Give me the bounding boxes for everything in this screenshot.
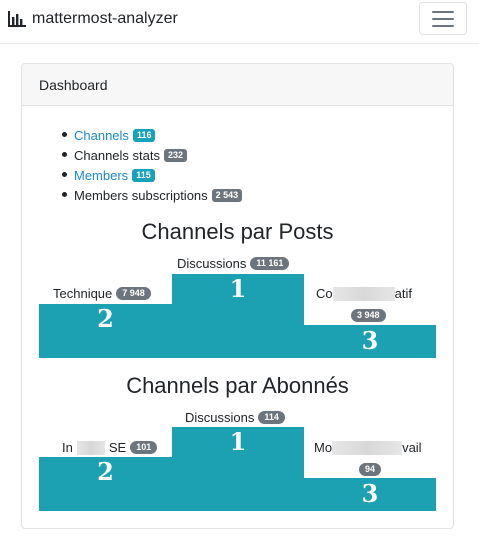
dashboard-card: Dashboard Channels 116 Channels stats 23… — [21, 63, 454, 529]
members-link[interactable]: Members — [74, 168, 128, 183]
channels-count-badge: 116 — [132, 128, 156, 142]
redacted-text — [332, 440, 403, 455]
posts-rank-3: 3 — [361, 326, 379, 355]
subs-second-name-start: In — [62, 440, 73, 455]
subs-first-name: Discussions — [185, 410, 255, 425]
posts-third-name-start: Co — [316, 286, 333, 301]
subs-second-label: In SE 101 — [62, 440, 158, 455]
posts-third-label: Co atif — [316, 286, 412, 301]
subs-third-count: 94 — [359, 463, 382, 476]
posts-rank-1: 1 — [229, 274, 247, 303]
subs-second-count: 101 — [130, 441, 158, 454]
subs-rank-1: 1 — [229, 427, 247, 456]
brand-title: mattermost-analyzer — [32, 10, 178, 27]
members-subscriptions-label: Members subscriptions — [74, 187, 208, 203]
redacted-text — [332, 286, 395, 301]
posts-rank-2: 2 — [97, 304, 114, 333]
hamburger-menu-icon — [432, 10, 454, 27]
bar-chart-icon — [8, 11, 26, 27]
menu-item-channels-stats: Channels stats 232 — [61, 145, 242, 165]
brand-link[interactable]: mattermost-analyzer — [8, 9, 178, 29]
subs-podium-title: Channels par Abonnés — [126, 373, 349, 398]
members-count-badge: 115 — [132, 168, 155, 182]
posts-third-count: 3 948 — [351, 309, 386, 322]
subs-rank-3: 3 — [361, 479, 379, 508]
menu-item-members-subscriptions: Members subscriptions 2 543 — [61, 185, 243, 205]
redacted-text — [76, 440, 105, 455]
menu-item-channels[interactable]: Channels 116 — [61, 125, 242, 145]
posts-first-label: Discussions 11 161 — [177, 256, 290, 271]
subs-first-label: Discussions 114 — [185, 410, 285, 425]
posts-second-label: Technique 7 948 — [53, 286, 151, 301]
members-subscriptions-count-badge: 2 543 — [211, 188, 243, 202]
navbar: mattermost-analyzer — [0, 0, 479, 44]
subs-second-name-end: SE — [108, 440, 127, 455]
subs-rank-2: 2 — [97, 457, 114, 486]
subs-first-count: 114 — [258, 411, 285, 424]
card-title: Dashboard — [39, 77, 108, 93]
posts-second-name: Technique — [53, 286, 113, 301]
navbar-toggle-button[interactable] — [419, 2, 467, 35]
subs-third-label: Mo vail — [314, 440, 422, 455]
channels-stats-count-badge: 232 — [164, 148, 188, 162]
posts-third-name-end: atif — [394, 286, 412, 301]
subs-third-name-start: Mo — [314, 440, 333, 455]
channels-link[interactable]: Channels — [74, 128, 129, 143]
menu-item-members[interactable]: Members 115 — [61, 165, 242, 185]
card-header: Dashboard — [22, 64, 453, 106]
posts-podium-title: Channels par Posts — [141, 219, 334, 244]
subs-third-name-end: vail — [402, 440, 422, 455]
channels-stats-label: Channels stats — [74, 147, 160, 163]
posts-first-count: 11 161 — [250, 257, 290, 270]
posts-first-name: Discussions — [177, 256, 247, 271]
dashboard-menu: Channels 116 Channels stats 232 Members … — [61, 125, 243, 205]
posts-second-count: 7 948 — [116, 287, 151, 300]
